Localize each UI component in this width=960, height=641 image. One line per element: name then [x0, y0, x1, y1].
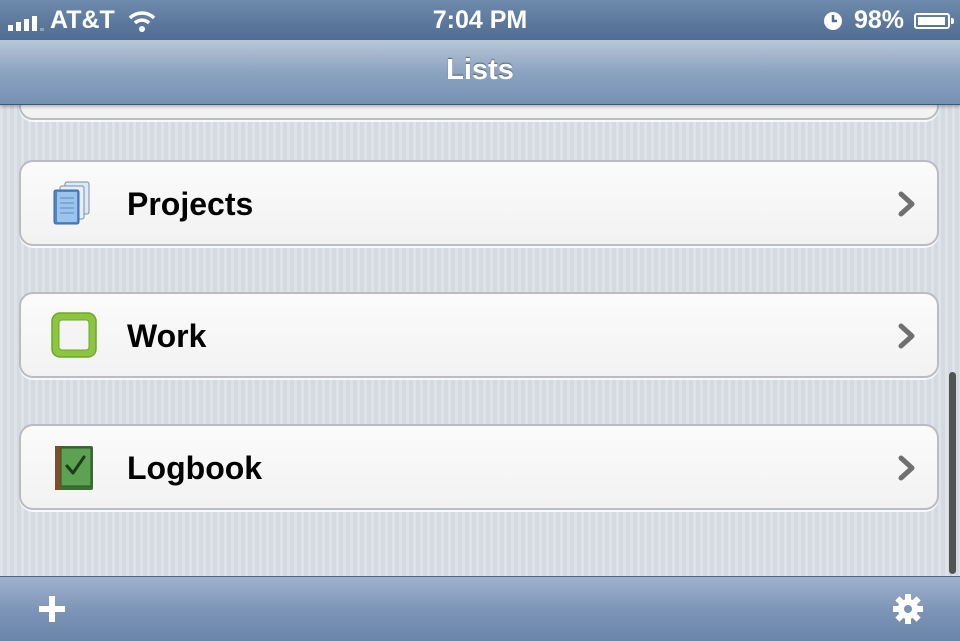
status-bar: AT&T 7:04 PM 98%: [0, 0, 960, 40]
list-row-work[interactable]: Work: [19, 292, 939, 378]
list-row-label: Work: [127, 318, 207, 354]
scroll-indicator[interactable]: [949, 372, 956, 574]
battery-fill: [918, 16, 946, 25]
list-row-projects[interactable]: Projects: [19, 160, 939, 246]
list-row-partial[interactable]: [19, 104, 939, 120]
status-right: 98%: [822, 6, 954, 35]
alarm-clock-icon: [823, 11, 842, 30]
battery-icon: [914, 12, 954, 29]
list-row-label: Logbook: [127, 450, 263, 486]
page-title: Lists: [446, 54, 514, 86]
navigation-bar: Lists: [0, 40, 960, 105]
chevron-right-icon: [898, 191, 915, 217]
plus-icon[interactable]: [34, 591, 70, 627]
chevron-right-icon: [898, 455, 915, 481]
battery-percent: 98%: [853, 6, 904, 34]
status-time: 7:04 PM: [432, 6, 528, 34]
logbook-icon: [55, 446, 93, 490]
list-row-label: Projects: [127, 186, 254, 222]
gear-icon[interactable]: [890, 591, 926, 627]
area-checkbox-icon: [51, 312, 97, 358]
chevron-right-icon: [898, 323, 915, 349]
projects-icon: [53, 181, 90, 225]
bottom-toolbar: [0, 576, 960, 641]
lists-scroll-view[interactable]: Projects Work Logbook: [0, 104, 960, 576]
list-row-logbook[interactable]: Logbook: [19, 424, 939, 510]
